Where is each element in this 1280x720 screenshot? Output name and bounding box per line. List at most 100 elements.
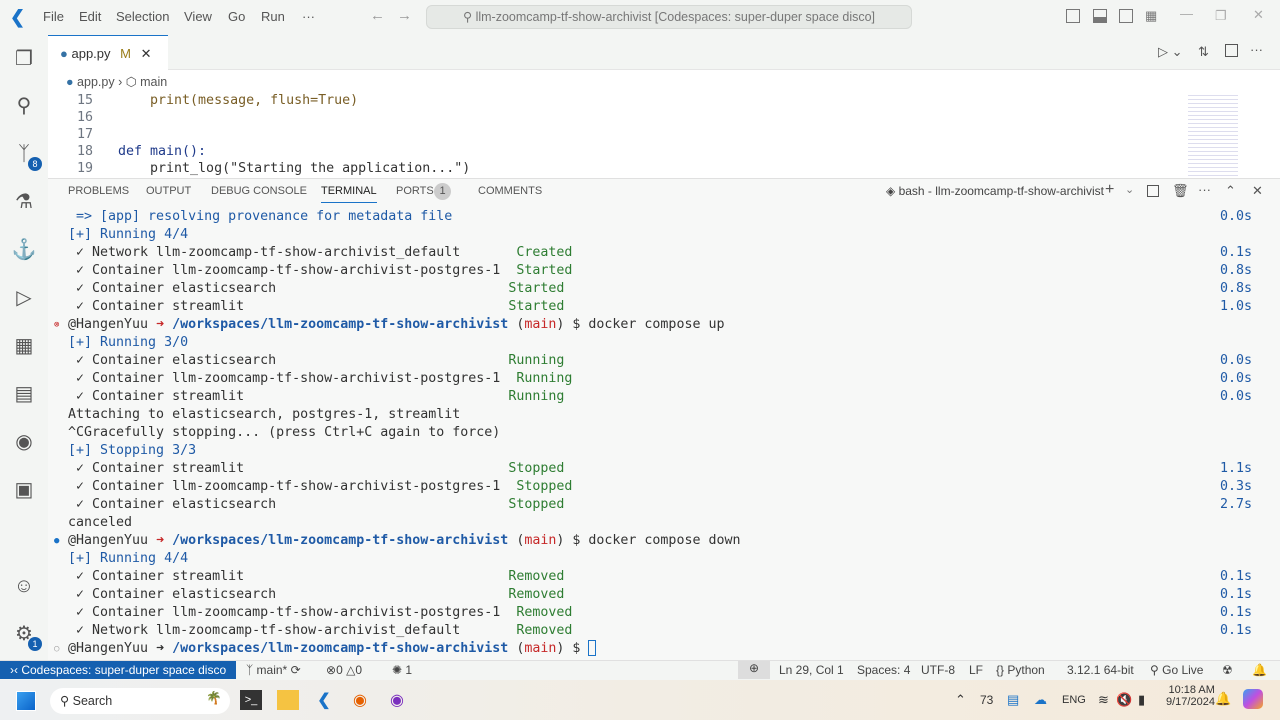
accounts-badge: 1 (28, 637, 42, 651)
copilot-icon[interactable]: ☢ (1222, 663, 1233, 677)
menu-edit[interactable]: Edit (79, 9, 101, 24)
back-icon[interactable]: ← (370, 7, 385, 24)
accounts-icon[interactable]: ☺ (10, 572, 38, 600)
maximize-panel-icon[interactable]: ⌃ (1225, 183, 1236, 199)
menu-file[interactable]: File (43, 9, 64, 24)
forward-icon[interactable]: → (397, 7, 412, 24)
command-center[interactable]: ⚲ llm-zoomcamp-tf-show-archivist [Codesp… (426, 5, 912, 29)
split-editor-icon[interactable] (1225, 44, 1238, 57)
minimap[interactable] (1188, 92, 1238, 178)
toggle-secondary-sidebar-icon[interactable] (1119, 9, 1133, 23)
terminal-text: Removed (516, 623, 573, 638)
manage-gear-icon[interactable]: ⚙ 1 (10, 620, 42, 651)
onedrive-icon[interactable]: ☁ (1034, 692, 1047, 708)
testing-icon[interactable]: ⚗ (10, 188, 38, 216)
tab-debug-console[interactable]: DEBUG CONSOLE (211, 185, 307, 197)
command-decoration-icon[interactable]: ○ (54, 644, 59, 654)
source-control-icon[interactable]: ᛉ8 (10, 140, 42, 171)
terminal-text: => [app] resolving provenance for metada… (68, 209, 453, 224)
chat-icon[interactable]: ▣ (10, 476, 38, 504)
cursor-position[interactable]: Ln 29, Col 1 (779, 663, 844, 677)
terminal-line: ✓ Container elasticsearch Stopped (68, 496, 564, 514)
notifications-icon[interactable]: 🔔 (1252, 663, 1267, 677)
notification-bell-icon[interactable]: 🔔 (1215, 691, 1231, 707)
search-icon[interactable]: ⚲ (10, 92, 38, 120)
run-python-file-icon[interactable]: ▷ ⌄ (1158, 44, 1183, 60)
breadcrumb-symbol[interactable]: main (140, 75, 167, 89)
split-terminal-icon[interactable] (1147, 185, 1159, 197)
command-decoration-icon[interactable]: ⊗ (54, 320, 59, 330)
breadcrumb-file[interactable]: app.py (77, 75, 115, 89)
terminal-app-icon[interactable]: >_ (240, 690, 262, 710)
terminal-text: ✓ Container streamlit (68, 389, 509, 404)
wifi-icon[interactable]: ≋ (1098, 692, 1109, 708)
vscode-app-icon[interactable]: ❮ (313, 690, 335, 710)
minimize-button[interactable]: — (1180, 6, 1193, 21)
problems-indicator[interactable]: ⊗0 △0 (326, 663, 362, 677)
code-editor[interactable]: 15 print(message, flush=True) 16 17 18 de… (48, 92, 1280, 178)
terminal-line: ✓ Container elasticsearch Running (68, 352, 564, 370)
terminal-text: [+] Stopping 3/3 (68, 443, 197, 458)
toggle-panel-icon[interactable] (1093, 9, 1107, 23)
discord-icon[interactable]: ◉ (386, 690, 408, 710)
run-debug-icon[interactable]: ▷ (10, 284, 38, 312)
tab-problems[interactable]: PROBLEMS (68, 185, 129, 197)
indentation[interactable]: Spaces: 4 (857, 663, 910, 677)
chevron-down-icon[interactable]: ⌄ (1125, 183, 1134, 196)
toggle-sidebar-icon[interactable] (1066, 9, 1080, 23)
tray-app-icon[interactable]: ▤ (1007, 692, 1019, 708)
go-live-button[interactable]: ⚲ Go Live (1150, 663, 1203, 677)
trash-icon[interactable]: 🗑 (1172, 183, 1189, 199)
temperature[interactable]: 73 (980, 693, 993, 707)
taskbar-search[interactable]: ⚲ Search 🌴 (50, 688, 230, 714)
tab-terminal[interactable]: TERMINAL (321, 185, 377, 203)
command-decoration-icon[interactable]: ● (54, 536, 59, 546)
tab-ports[interactable]: PORTS (396, 185, 434, 197)
end-of-line[interactable]: LF (969, 663, 983, 677)
file-explorer-icon[interactable] (277, 690, 299, 710)
language-indicator[interactable]: ENG (1062, 694, 1086, 706)
menu-selection[interactable]: Selection (116, 9, 169, 24)
tab-comments[interactable]: COMMENTS (478, 185, 542, 197)
copilot-app-icon[interactable] (1243, 689, 1263, 709)
terminal[interactable]: => [app] resolving provenance for metada… (48, 204, 1280, 660)
remote-explorer-icon[interactable]: ▤ (10, 380, 38, 408)
close-window-button[interactable]: ✕ (1253, 7, 1264, 23)
terminal-duration: 0.1s (1219, 569, 1252, 584)
python-interpreter[interactable]: 3.12.1 64-bit (1067, 663, 1134, 677)
open-changes-icon[interactable]: ⇅ (1198, 44, 1209, 60)
tab-output[interactable]: OUTPUT (146, 185, 191, 197)
show-hidden-icons[interactable]: ⌃ (955, 692, 966, 708)
remote-indicator[interactable]: ›‹ Codespaces: super-duper space disco (0, 661, 236, 679)
extensions-icon[interactable]: ▦ (10, 332, 38, 360)
menu-run[interactable]: Run (261, 9, 285, 24)
terminal-line: @HangenYuu ➜ /workspaces/llm-zoomcamp-tf… (68, 532, 740, 550)
volume-muted-icon[interactable]: 🔇 (1116, 692, 1132, 708)
battery-icon[interactable]: ▮ (1138, 692, 1145, 708)
branch-indicator[interactable]: ᛉ main* ⟳ (246, 663, 301, 677)
menu-more[interactable]: ··· (302, 9, 315, 24)
explorer-icon[interactable]: ❐ (10, 45, 38, 73)
restore-button[interactable]: ❐ (1215, 8, 1227, 24)
close-tab-icon[interactable]: ✕ (141, 46, 152, 61)
close-panel-icon[interactable]: ✕ (1252, 183, 1263, 199)
windows-start-icon[interactable] (16, 691, 36, 711)
docker-icon[interactable]: ⚓ (10, 236, 38, 264)
terminal-text: [+] Running 4/4 (68, 551, 189, 566)
github-icon[interactable]: ◉ (10, 428, 38, 456)
encoding[interactable]: UTF-8 (921, 663, 955, 677)
ports-indicator[interactable]: ✺ 1 (392, 663, 412, 677)
zoom-icon[interactable]: ⊕ (738, 661, 770, 679)
more-actions-icon[interactable]: ··· (1250, 42, 1263, 57)
tab-app-py[interactable]: ● app.py M ✕ (48, 35, 168, 70)
language-mode[interactable]: {} Python (996, 663, 1045, 677)
firefox-icon[interactable]: ◉ (349, 690, 371, 710)
menu-go[interactable]: Go (228, 9, 245, 24)
new-terminal-icon[interactable]: + (1105, 181, 1114, 199)
more-actions-icon[interactable]: ··· (1198, 182, 1211, 197)
terminal-selector[interactable]: ◈ bash - llm-zoomcamp-tf-show-archivist (886, 184, 1104, 198)
menu-view[interactable]: View (184, 9, 212, 24)
terminal-text: main (524, 317, 557, 332)
customize-layout-icon[interactable]: ▦ (1145, 8, 1157, 24)
clock[interactable]: 10:18 AM 9/17/2024 (1166, 684, 1215, 708)
